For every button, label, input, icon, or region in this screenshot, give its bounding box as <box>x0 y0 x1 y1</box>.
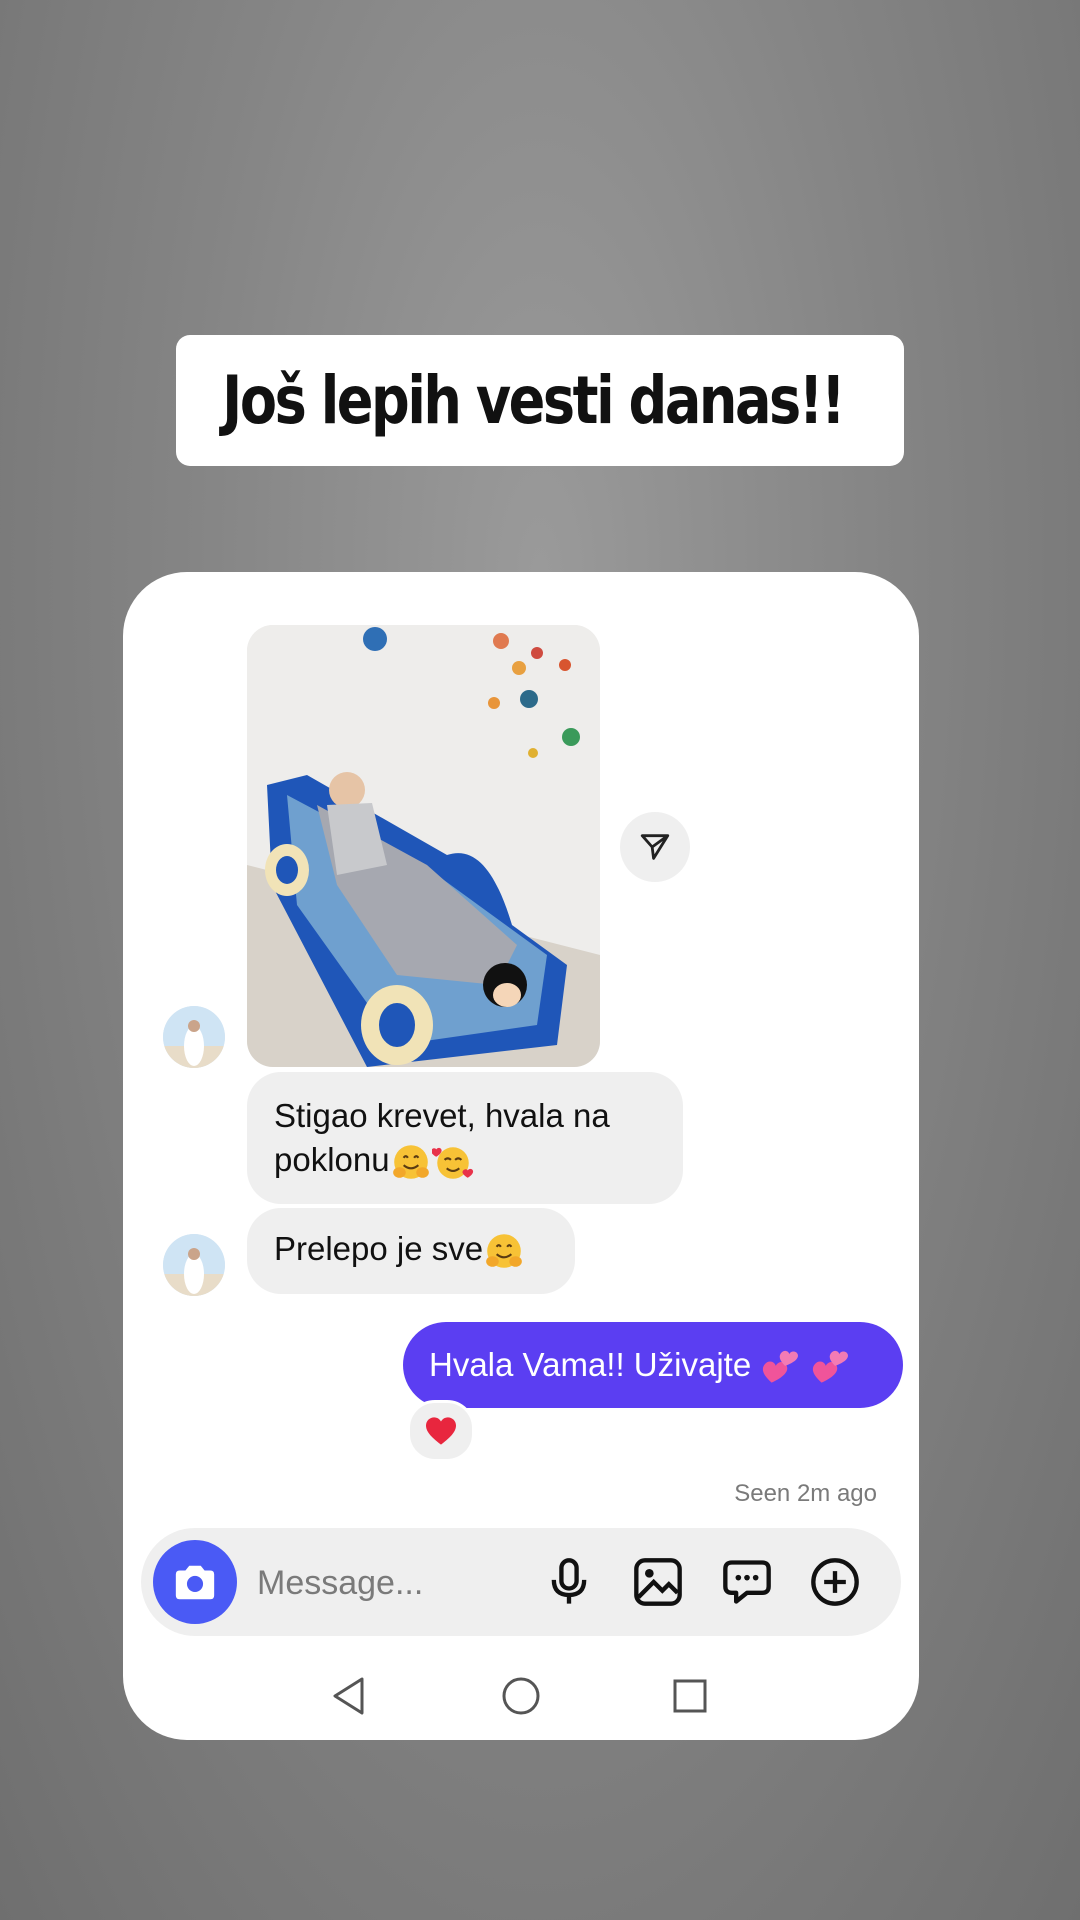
bed-photo <box>247 625 600 1067</box>
avatar[interactable] <box>163 1234 225 1296</box>
back-icon[interactable] <box>331 1676 367 1716</box>
avatar[interactable] <box>163 1006 225 1068</box>
camera-button[interactable] <box>153 1540 237 1624</box>
message-text: Prelepo je sve <box>274 1230 484 1267</box>
gallery-icon[interactable] <box>632 1556 684 1608</box>
two-hearts-icon <box>763 1350 799 1383</box>
home-icon[interactable] <box>501 1676 541 1716</box>
story-caption: Još lepih vesti danas!! <box>176 335 904 466</box>
message-text: poklonu <box>274 1141 390 1178</box>
message-reaction[interactable] <box>407 1400 475 1462</box>
message-bubble-out[interactable]: Hvala Vama!! Uživajte <box>403 1322 903 1408</box>
camera-icon <box>175 1565 215 1600</box>
chat-bubble-icon[interactable] <box>721 1556 773 1608</box>
smiling-hearts-icon <box>431 1147 473 1180</box>
message-composer <box>141 1528 901 1636</box>
hugging-face-icon <box>486 1234 522 1269</box>
chat-screenshot: Stigao krevet, hvala na poklonu Prelepo … <box>123 572 919 1740</box>
message-text: Hvala Vama!! Uživajte <box>429 1346 752 1383</box>
plus-circle-icon[interactable] <box>809 1556 861 1608</box>
recents-icon[interactable] <box>672 1678 708 1714</box>
paper-plane-icon <box>640 834 670 860</box>
message-bubble-in[interactable]: Stigao krevet, hvala na poklonu <box>247 1072 683 1204</box>
seen-status: Seen 2m ago <box>734 1480 877 1507</box>
message-text: Stigao krevet, hvala na <box>274 1097 610 1134</box>
two-hearts-icon <box>813 1350 849 1383</box>
microphone-icon[interactable] <box>543 1556 595 1608</box>
photo-message[interactable] <box>247 625 600 1067</box>
caption-text: Još lepih vesti danas!! <box>222 362 846 439</box>
message-input[interactable] <box>255 1552 539 1614</box>
red-heart-icon <box>426 1417 456 1445</box>
share-button[interactable] <box>620 812 690 882</box>
message-bubble-in[interactable]: Prelepo je sve <box>247 1208 575 1294</box>
hugging-face-icon <box>392 1145 429 1180</box>
